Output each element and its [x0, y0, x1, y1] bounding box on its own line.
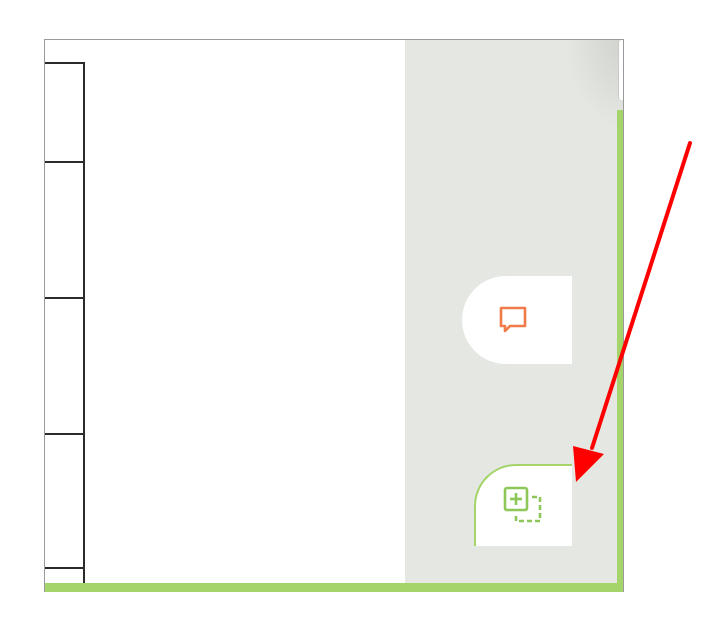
table-border-vertical	[83, 62, 85, 592]
panel-edge-handle[interactable]	[618, 40, 623, 100]
bottom-accent-border	[45, 583, 623, 592]
table-row-divider	[45, 297, 85, 299]
panel-shadow	[565, 40, 623, 130]
table-edge	[45, 40, 85, 592]
add-copy-icon	[503, 486, 542, 523]
table-row-divider	[45, 567, 85, 569]
comment-button[interactable]	[462, 276, 572, 364]
table-row-divider	[45, 161, 85, 163]
table-row-divider	[45, 62, 85, 64]
add-copy-button[interactable]	[474, 464, 572, 546]
panel-accent-border	[617, 110, 623, 592]
table-row-divider	[45, 433, 85, 435]
document-canvas[interactable]	[45, 40, 405, 592]
comment-icon	[499, 306, 527, 333]
